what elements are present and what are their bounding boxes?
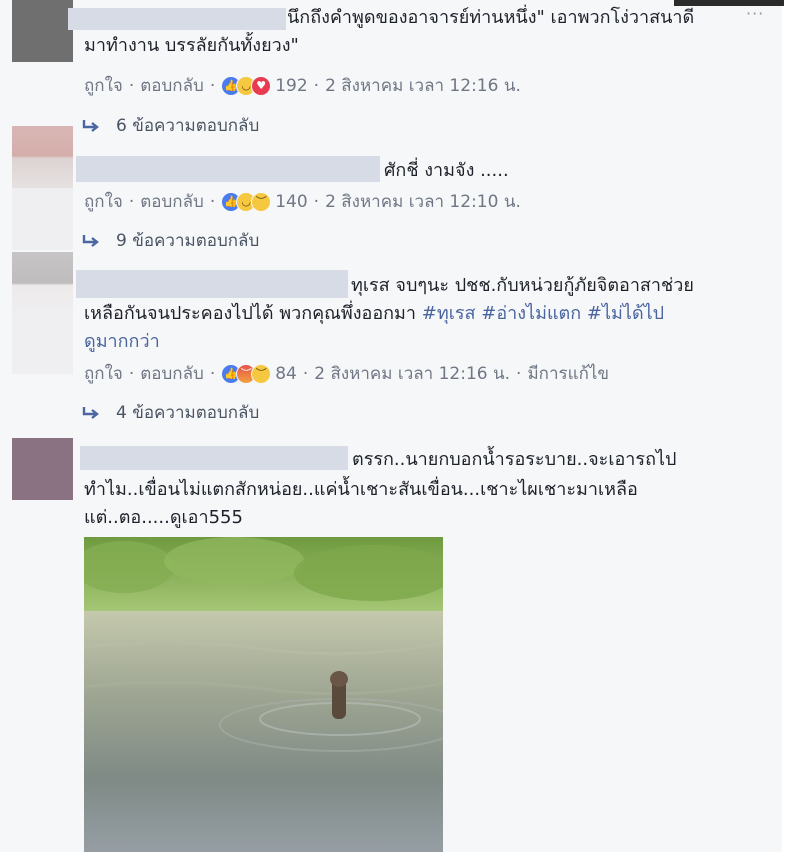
replies-count-label[interactable]: 4 ข้อความตอบกลับ <box>116 401 259 425</box>
commenter-name-redacted[interactable] <box>68 8 286 30</box>
sad-reaction-icon: ︶ <box>251 364 272 384</box>
comment-text-line: นึกถึงคำพูดของอาจารย์ท่านหนึ่ง" เอาพวกโง… <box>287 7 695 28</box>
comment-text-line: มาทำงาน บรรลัยกันทั้งยวง" <box>84 35 299 56</box>
comment-meta: ถูกใจ · ตอบกลับ · 👍 ◡ ♥ 192 · 2 สิงหาคม … <box>84 74 521 98</box>
reaction-count[interactable]: 192 <box>275 74 307 98</box>
separator-dot: · <box>209 76 216 96</box>
view-replies-link[interactable]: 4 ข้อความตอบกลับ <box>82 401 259 425</box>
love-reaction-icon: ♥ <box>251 76 272 96</box>
reply-arrow-icon <box>82 120 99 132</box>
view-replies-link[interactable]: 9 ข้อความตอบกลับ <box>82 229 259 253</box>
timestamp[interactable]: 2 สิงหาคม เวลา 12:10 น. <box>325 190 521 214</box>
comment-text-line: ตรรก..นายกบอกน้ำรอระบาย..จะเอารถไป <box>352 449 677 470</box>
photo-scene <box>84 537 443 852</box>
edited-label[interactable]: มีการแก้ไข <box>527 362 609 386</box>
separator-dot: · <box>128 76 135 96</box>
comment-meta: ถูกใจ · ตอบกลับ · 👍 ︶ ︶ 84 · 2 สิงหาคม เ… <box>84 362 609 386</box>
comment-text-line: ทำไม..เขื่อนไม่แตกสักหน่อย..แค่น้ำเชาะสั… <box>84 479 638 500</box>
comment-text-line: แต่..ตอ.....ดูเอา555 <box>84 507 243 528</box>
avatar-lower <box>12 314 73 374</box>
reply-link[interactable]: ตอบกลับ <box>140 74 204 98</box>
comment-text-line: ศักชี่ งามจัง ..... <box>384 160 509 181</box>
comment-text-line: ทุเรส จบๆนะ ปชช.กับหน่วยกู้ภัยจิตอาสาช่ว… <box>351 275 694 296</box>
commenter-name-redacted[interactable] <box>76 270 348 298</box>
reply-arrow-icon <box>82 407 99 419</box>
commenter-name-redacted[interactable] <box>76 156 380 182</box>
reaction-icons[interactable]: 👍 ◡ ♥ <box>221 76 272 96</box>
separator-dot: · <box>128 364 135 384</box>
commenter-name-redacted[interactable] <box>80 446 348 470</box>
more-options-icon[interactable]: ··· <box>746 4 764 23</box>
comment-photo[interactable] <box>84 537 443 852</box>
comment-text-segment: เหลือกันจนประคองไปได้ พวกคุณพึ่งออกมา <box>84 303 422 324</box>
separator-dot: · <box>128 192 135 212</box>
reaction-icons[interactable]: 👍 ︶ ︶ <box>221 364 272 384</box>
sad-reaction-icon: ︶ <box>251 192 272 212</box>
reply-link[interactable]: ตอบกลับ <box>140 190 204 214</box>
reply-link[interactable]: ตอบกลับ <box>140 362 204 386</box>
like-link[interactable]: ถูกใจ <box>84 190 123 214</box>
avatar[interactable] <box>12 0 73 62</box>
reaction-icons[interactable]: 👍 ◡ ︶ <box>221 192 272 212</box>
separator-dot: · <box>209 364 216 384</box>
reaction-count[interactable]: 84 <box>275 362 297 386</box>
hashtag-link-continuation[interactable]: ดูมากกว่า <box>84 328 160 356</box>
hashtag-link[interactable]: #อ่างไม่แตก <box>481 303 581 324</box>
like-link[interactable]: ถูกใจ <box>84 362 123 386</box>
like-link[interactable]: ถูกใจ <box>84 74 123 98</box>
reaction-count[interactable]: 140 <box>275 190 307 214</box>
hashtag-link[interactable]: #ทุเรส <box>422 303 476 324</box>
comment-text-line: เหลือกันจนประคองไปได้ พวกคุณพึ่งออกมา #ท… <box>84 300 664 328</box>
replies-count-label[interactable]: 6 ข้อความตอบกลับ <box>116 114 259 138</box>
separator-dot: · <box>209 192 216 212</box>
avatar[interactable] <box>12 252 73 314</box>
timestamp[interactable]: 2 สิงหาคม เวลา 12:16 น. <box>325 74 521 98</box>
view-replies-link[interactable]: 6 ข้อความตอบกลับ <box>82 114 259 138</box>
reply-arrow-icon <box>82 235 99 247</box>
timestamp[interactable]: 2 สิงหาคม เวลา 12:16 น. <box>314 362 510 386</box>
avatar-lower <box>12 188 73 250</box>
comment-meta: ถูกใจ · ตอบกลับ · 👍 ◡ ︶ 140 · 2 สิงหาคม … <box>84 190 521 214</box>
scroll-gutter <box>782 0 800 852</box>
separator-dot: · <box>313 76 320 96</box>
avatar[interactable] <box>12 438 73 500</box>
avatar[interactable] <box>12 126 73 188</box>
separator-dot: · <box>302 364 309 384</box>
separator-dot: · <box>313 192 320 212</box>
hashtag-link[interactable]: #ไม่ได้ไป <box>587 303 664 324</box>
replies-count-label[interactable]: 9 ข้อความตอบกลับ <box>116 229 259 253</box>
separator-dot: · <box>516 364 522 384</box>
